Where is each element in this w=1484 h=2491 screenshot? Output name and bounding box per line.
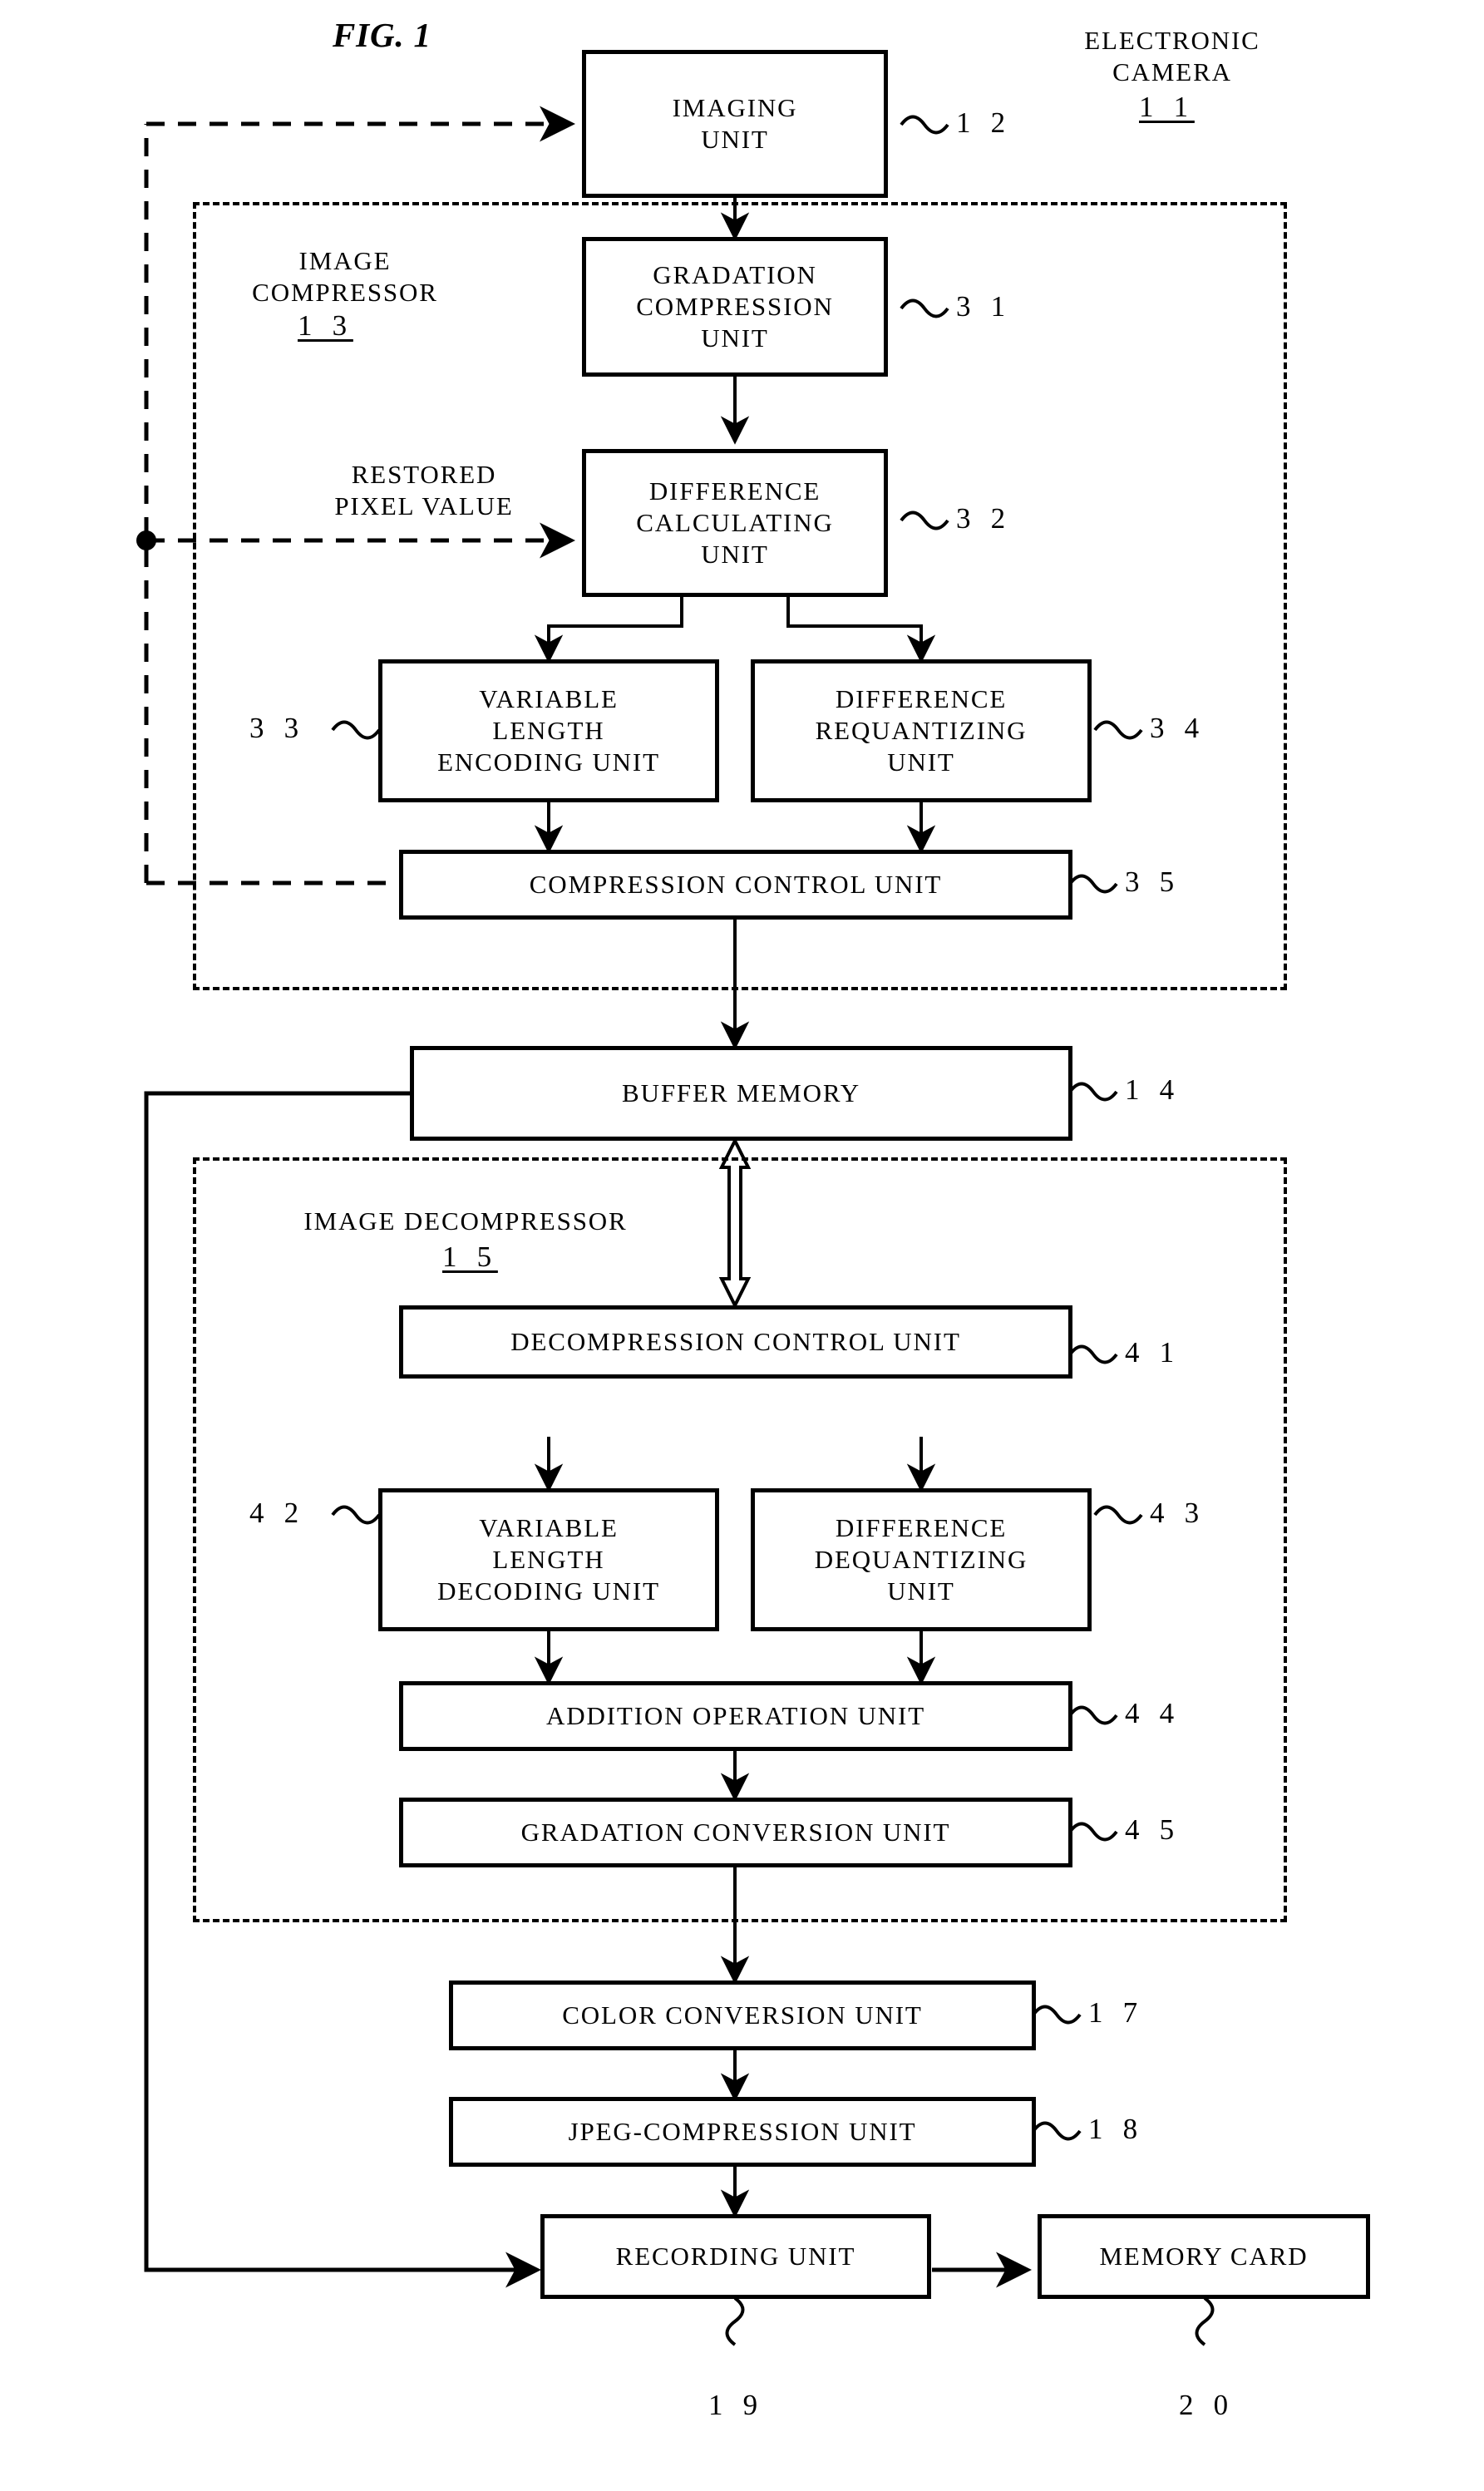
ref-jpeg-compression-unit: 1 8 — [1088, 2113, 1144, 2145]
junction-dot — [136, 530, 156, 550]
block-label: RECORDING UNIT — [615, 2242, 856, 2271]
block-imaging-unit[interactable]: IMAGING UNIT — [582, 50, 888, 198]
image-decompressor-label: IMAGE DECOMPRESSOR — [303, 1206, 628, 1236]
ref-imaging-unit: 1 2 — [956, 106, 1012, 139]
ref-variable-length-decoding-unit: 4 2 — [249, 1497, 305, 1529]
ref-difference-calculating-unit: 3 2 — [956, 502, 1012, 535]
electronic-camera-ref: 1 1 — [1139, 91, 1195, 123]
block-difference-dequantizing-unit[interactable]: DIFFERENCE DEQUANTIZING UNIT — [751, 1488, 1092, 1631]
ref-difference-dequantizing-unit: 4 3 — [1150, 1497, 1205, 1529]
block-label: COLOR CONVERSION UNIT — [562, 2000, 923, 2030]
block-label: VARIABLE LENGTH DECODING UNIT — [437, 1513, 660, 1606]
block-buffer-memory[interactable]: BUFFER MEMORY — [410, 1046, 1072, 1141]
ref-difference-requantizing-unit: 3 4 — [1150, 712, 1205, 744]
block-label: GRADATION COMPRESSION UNIT — [636, 260, 834, 353]
block-label: DIFFERENCE DEQUANTIZING UNIT — [814, 1513, 1028, 1606]
block-difference-requantizing-unit[interactable]: DIFFERENCE REQUANTIZING UNIT — [751, 659, 1092, 802]
block-label: DIFFERENCE REQUANTIZING UNIT — [815, 684, 1028, 777]
block-color-conversion-unit[interactable]: COLOR CONVERSION UNIT — [449, 1980, 1036, 2050]
block-gradation-compression-unit[interactable]: GRADATION COMPRESSION UNIT — [582, 237, 888, 377]
block-decompression-control-unit[interactable]: DECOMPRESSION CONTROL UNIT — [399, 1305, 1072, 1379]
figure-title: FIG. 1 — [333, 16, 431, 54]
block-label: DIFFERENCE CALCULATING UNIT — [636, 476, 834, 569]
block-variable-length-decoding-unit[interactable]: VARIABLE LENGTH DECODING UNIT — [378, 1488, 719, 1631]
image-decompressor-ref: 1 5 — [442, 1241, 498, 1273]
block-label: GRADATION CONVERSION UNIT — [520, 1818, 951, 1847]
block-variable-length-encoding-unit[interactable]: VARIABLE LENGTH ENCODING UNIT — [378, 659, 719, 802]
block-label: VARIABLE LENGTH ENCODING UNIT — [437, 684, 660, 777]
block-difference-calculating-unit[interactable]: DIFFERENCE CALCULATING UNIT — [582, 449, 888, 597]
ref-addition-operation-unit: 4 4 — [1125, 1697, 1181, 1729]
block-label: JPEG-COMPRESSION UNIT — [568, 2117, 917, 2147]
ref-compression-control-unit: 3 5 — [1125, 866, 1181, 898]
block-label: COMPRESSION CONTROL UNIT — [529, 870, 943, 900]
block-label: BUFFER MEMORY — [622, 1078, 860, 1108]
block-addition-operation-unit[interactable]: ADDITION OPERATION UNIT — [399, 1681, 1072, 1751]
block-label: IMAGING UNIT — [672, 93, 798, 154]
ref-recording-unit: 1 9 — [708, 2389, 764, 2421]
ref-gradation-compression-unit: 3 1 — [956, 290, 1012, 323]
ref-buffer-memory: 1 4 — [1125, 1073, 1181, 1106]
image-compressor-ref: 1 3 — [298, 309, 353, 342]
block-recording-unit[interactable]: RECORDING UNIT — [540, 2214, 931, 2299]
ref-decompression-control-unit: 4 1 — [1125, 1336, 1181, 1369]
ref-memory-card: 2 0 — [1179, 2389, 1235, 2421]
block-compression-control-unit[interactable]: COMPRESSION CONTROL UNIT — [399, 850, 1072, 920]
restored-pixel-value-label: RESTORED PIXEL VALUE — [334, 460, 514, 521]
ref-color-conversion-unit: 1 7 — [1088, 1996, 1144, 2029]
image-compressor-label: IMAGE COMPRESSOR — [252, 246, 438, 308]
block-gradation-conversion-unit[interactable]: GRADATION CONVERSION UNIT — [399, 1798, 1072, 1867]
block-label: MEMORY CARD — [1099, 2242, 1309, 2271]
patent-figure-page: FIG. 1 ELECTRONIC CAMERA 1 1 IMAGE COMPRES… — [0, 0, 1484, 2491]
electronic-camera-label: ELECTRONIC CAMERA — [1084, 26, 1260, 87]
block-label: ADDITION OPERATION UNIT — [545, 1701, 926, 1731]
block-memory-card[interactable]: MEMORY CARD — [1038, 2214, 1370, 2299]
block-jpeg-compression-unit[interactable]: JPEG-COMPRESSION UNIT — [449, 2097, 1036, 2167]
block-label: DECOMPRESSION CONTROL UNIT — [510, 1327, 961, 1357]
ref-variable-length-encoding-unit: 3 3 — [249, 712, 305, 744]
ref-gradation-conversion-unit: 4 5 — [1125, 1813, 1181, 1846]
